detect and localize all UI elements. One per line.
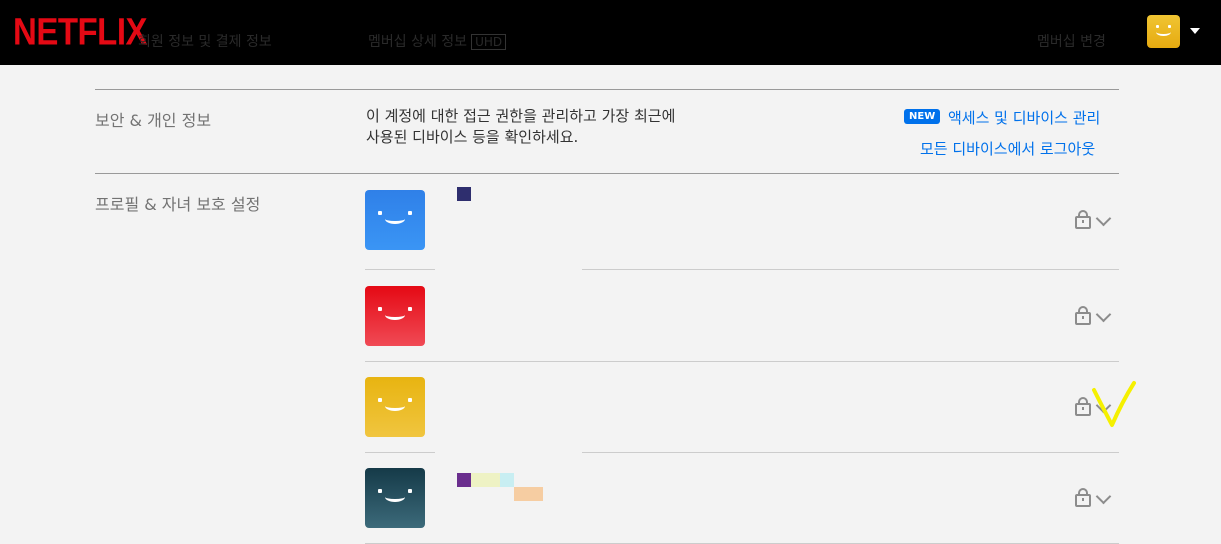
avatar-eye-icon <box>408 211 412 215</box>
profile-divider <box>582 452 1119 453</box>
avatar-eye-icon <box>378 307 382 311</box>
redaction-block <box>514 487 543 501</box>
account-menu-caret-icon[interactable] <box>1190 28 1200 34</box>
security-section-title: 보안 & 개인 정보 <box>95 111 212 130</box>
profile-avatar-teal[interactable] <box>365 468 425 528</box>
chevron-down-icon[interactable] <box>1095 210 1112 227</box>
nav-ghost-plan-info: 멤버십 상세 정보 UHD <box>368 31 507 51</box>
avatar-eye-icon <box>408 489 412 493</box>
chevron-down-icon[interactable] <box>1095 488 1112 505</box>
top-nav-bar: NETFLIX 회원 정보 및 결제 정보 멤버십 상세 정보 UHD 멤버십 변… <box>0 0 1221 65</box>
avatar-eye-icon <box>408 398 412 402</box>
security-description: 이 계정에 대한 접근 권한을 관리하고 가장 최근에 사용된 디바이스 등을 … <box>366 106 746 148</box>
lock-icon <box>1075 306 1091 325</box>
avatar-smile-icon <box>385 401 405 411</box>
account-avatar[interactable] <box>1147 15 1180 48</box>
lock-icon <box>1075 488 1091 507</box>
avatar-smile-icon <box>385 310 405 320</box>
profile-avatar-blue[interactable] <box>365 190 425 250</box>
avatar-eye-icon <box>408 307 412 311</box>
redaction-block <box>471 473 500 487</box>
redaction-block <box>500 473 514 487</box>
profile-divider <box>365 269 435 270</box>
checkmark-annotation-icon <box>1092 381 1136 427</box>
section-divider <box>95 173 1119 174</box>
profile-avatar-red[interactable] <box>365 286 425 346</box>
profile-avatar-yellow[interactable] <box>365 377 425 437</box>
nav-ghost-plan-label: 멤버십 상세 정보 <box>368 34 468 50</box>
manage-access-devices-link[interactable]: 액세스 및 디바이스 관리 <box>948 107 1100 128</box>
netflix-logo[interactable]: NETFLIX <box>13 10 148 54</box>
avatar-smile-icon <box>385 492 405 502</box>
chevron-down-icon[interactable] <box>1095 306 1112 323</box>
lock-icon <box>1075 210 1091 229</box>
redacted-profile-name <box>457 187 471 201</box>
profile-divider <box>365 452 435 453</box>
avatar-smile-icon <box>385 214 405 224</box>
sign-out-all-devices-link[interactable]: 모든 디바이스에서 로그아웃 <box>920 138 1095 159</box>
section-divider <box>95 89 1119 90</box>
profiles-section-title: 프로필 & 자녀 보호 설정 <box>95 195 261 214</box>
nav-ghost-change-plan: 멤버십 변경 <box>1037 34 1106 50</box>
avatar-eye-icon <box>378 398 382 402</box>
security-description-line: 사용된 디바이스 등을 확인하세요. <box>366 128 579 146</box>
new-badge: NEW <box>904 109 941 124</box>
profile-divider <box>582 269 1119 270</box>
profile-divider <box>365 361 1119 362</box>
avatar-eye-icon <box>378 489 382 493</box>
avatar-eye-icon <box>378 211 382 215</box>
redaction-block <box>457 473 471 487</box>
security-description-line: 이 계정에 대한 접근 권한을 관리하고 가장 최근에 <box>366 107 676 125</box>
avatar-smile-icon <box>1156 28 1171 36</box>
nav-ghost-plan-badge: UHD <box>471 34 507 50</box>
nav-ghost-account-info: 회원 정보 및 결제 정보 <box>138 34 272 50</box>
